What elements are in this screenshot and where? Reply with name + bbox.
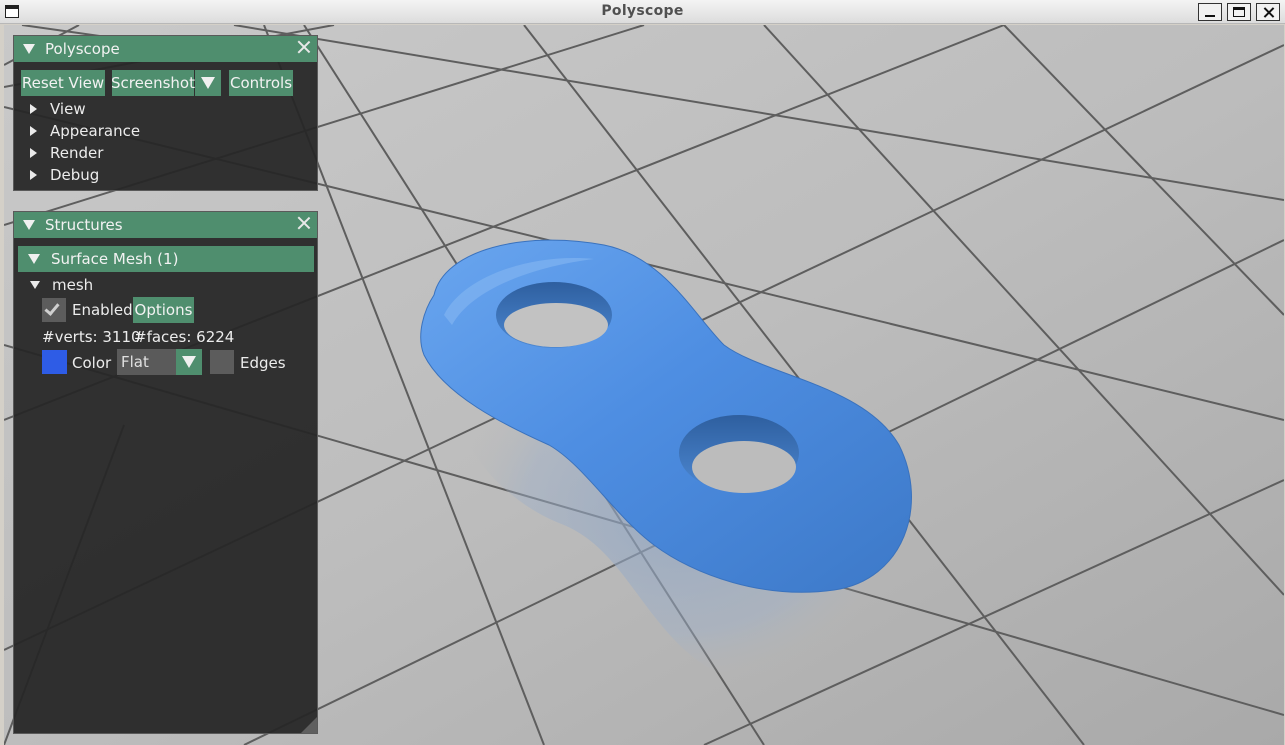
tree-item-label: Appearance bbox=[50, 122, 141, 140]
surface-mesh-group-header[interactable]: Surface Mesh (1) bbox=[18, 246, 314, 272]
controls-button[interactable]: Controls bbox=[229, 70, 293, 96]
mesh-name: mesh bbox=[52, 276, 94, 294]
collapse-triangle-icon[interactable] bbox=[23, 44, 35, 54]
tree-item-mesh[interactable]: mesh bbox=[30, 275, 93, 295]
dropdown-arrow-icon bbox=[182, 356, 196, 368]
collapse-triangle-icon bbox=[28, 254, 40, 264]
screenshot-options-button[interactable] bbox=[195, 70, 221, 96]
faces-count: #faces: 6224 bbox=[134, 328, 235, 346]
select-arrow[interactable] bbox=[176, 349, 202, 375]
structures-panel: Structures Surface Mesh (1) mesh Enabled… bbox=[13, 211, 318, 734]
color-label: Color bbox=[72, 354, 112, 372]
tree-item-view[interactable]: View bbox=[30, 99, 86, 119]
tree-item-label: Debug bbox=[50, 166, 100, 184]
panel-title: Structures bbox=[45, 216, 123, 234]
dropdown-arrow-icon bbox=[201, 77, 215, 89]
close-icon[interactable] bbox=[297, 216, 311, 230]
expand-triangle-icon bbox=[30, 104, 37, 114]
shading-select[interactable]: Flat bbox=[117, 349, 202, 375]
window-title: Polyscope bbox=[601, 3, 684, 19]
tree-item-debug[interactable]: Debug bbox=[30, 165, 99, 185]
expand-triangle-icon bbox=[30, 148, 37, 158]
enabled-label: Enabled bbox=[72, 301, 133, 319]
group-header-label: Surface Mesh (1) bbox=[51, 250, 179, 268]
edges-checkbox[interactable] bbox=[210, 350, 234, 374]
resize-grip[interactable] bbox=[301, 717, 317, 733]
polyscope-panel-header[interactable]: Polyscope bbox=[14, 36, 317, 62]
enabled-checkbox[interactable] bbox=[42, 298, 66, 322]
screenshot-button[interactable]: Screenshot bbox=[111, 70, 195, 96]
tree-item-appearance[interactable]: Appearance bbox=[30, 121, 140, 141]
tree-item-label: View bbox=[50, 100, 86, 118]
expand-triangle-icon bbox=[30, 170, 37, 180]
edges-label: Edges bbox=[240, 354, 286, 372]
verts-count: #verts: 3110 bbox=[42, 328, 141, 346]
polyscope-panel: Polyscope Reset View Screenshot Controls… bbox=[13, 35, 318, 191]
panel-title: Polyscope bbox=[45, 40, 120, 58]
options-button[interactable]: Options bbox=[133, 297, 194, 323]
minimize-button[interactable] bbox=[1198, 3, 1222, 21]
collapse-triangle-icon[interactable] bbox=[23, 220, 35, 230]
reset-view-button[interactable]: Reset View bbox=[21, 70, 105, 96]
checkmark-icon bbox=[44, 300, 60, 316]
collapse-triangle-icon bbox=[30, 281, 40, 289]
structures-panel-header[interactable]: Structures bbox=[14, 212, 317, 238]
close-icon[interactable] bbox=[297, 40, 311, 54]
color-swatch[interactable] bbox=[42, 350, 67, 374]
tree-item-label: Render bbox=[50, 144, 104, 162]
tree-item-render[interactable]: Render bbox=[30, 143, 103, 163]
close-window-button[interactable] bbox=[1256, 3, 1280, 21]
window-titlebar[interactable]: Polyscope bbox=[0, 0, 1285, 24]
shading-selected-value: Flat bbox=[121, 353, 149, 371]
maximize-button[interactable] bbox=[1227, 3, 1251, 21]
expand-triangle-icon bbox=[30, 126, 37, 136]
